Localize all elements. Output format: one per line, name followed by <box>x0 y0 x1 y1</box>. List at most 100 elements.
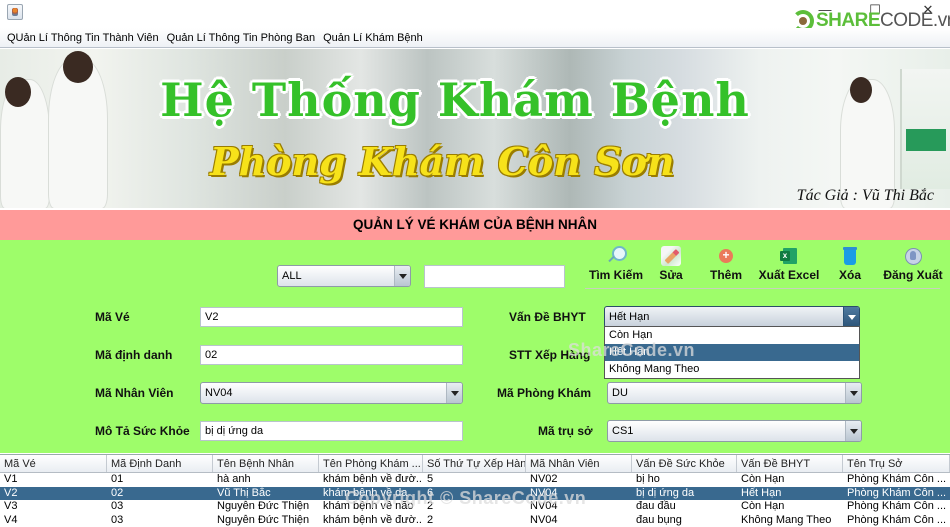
edit-button-label: Sửa <box>659 268 683 282</box>
chevron-down-icon[interactable] <box>843 307 859 327</box>
search-button-label: Tìm Kiếm <box>588 268 643 282</box>
table-cell: 01 <box>111 473 124 485</box>
table-cell: khám bệnh về da <box>323 486 408 499</box>
column-header[interactable]: Vấn Đề Sức Khỏe <box>632 455 737 472</box>
table-cell: Không Mang Theo <box>741 513 832 526</box>
chevron-down-icon[interactable] <box>845 421 861 441</box>
dropdown-option-highlighted[interactable]: Hết Hạn <box>605 344 859 361</box>
column-header[interactable]: Vấn Đề BHYT <box>737 455 843 472</box>
table-cell: 2 <box>427 500 434 512</box>
add-icon <box>716 246 736 266</box>
ma-ve-label: Mã Vé <box>95 310 130 324</box>
table-cell: khám bệnh về đườ... <box>323 513 423 526</box>
column-header[interactable]: Mã Nhân Viên <box>526 455 632 472</box>
menu-bar: QUản Lí Thông Tin Thành Viên Quản Lí Thô… <box>0 28 950 48</box>
chevron-down-icon[interactable] <box>446 383 462 403</box>
stt-xep-hang-label: STT Xếp Hàng <box>509 348 591 362</box>
table-cell: Phòng Khám Côn ... <box>847 473 947 485</box>
trash-icon <box>840 246 860 266</box>
mo-ta-suc-khoe-input[interactable]: bị dị ứng da <box>200 421 463 441</box>
table-cell: Hết Hạn <box>741 486 782 499</box>
table-cell: 03 <box>111 500 124 512</box>
search-input[interactable] <box>424 265 565 288</box>
banner-author: Tác Giả : Vũ Thi Bắc <box>796 187 934 204</box>
table-cell: NV02 <box>530 473 558 485</box>
table-cell: 03 <box>111 513 124 526</box>
ma-phong-kham-value: DU <box>612 387 628 399</box>
mo-ta-suc-khoe-label: Mô Tả Sức Khỏe <box>95 424 190 438</box>
table-row-selected[interactable]: V2 02 Vũ Thị Bắc khám bệnh về da 6 NV04 … <box>0 486 950 500</box>
excel-icon <box>779 246 799 266</box>
header-banner: Hệ Thống Khám Bệnh Phòng Khám Côn Sơn Tá… <box>0 49 950 208</box>
table-cell: Vũ Thị Bắc <box>217 486 271 499</box>
ma-nhan-vien-select[interactable]: NV04 <box>200 382 463 404</box>
logout-button-label: Đăng Xuất <box>883 268 943 282</box>
column-header[interactable]: Tên Trụ Sở <box>843 455 950 472</box>
table-cell: 6 <box>427 486 434 499</box>
ma-dinh-danh-label: Mã định danh <box>95 348 173 362</box>
search-button[interactable]: Tìm Kiếm <box>587 246 645 282</box>
search-filter-select[interactable]: ALL <box>277 265 411 287</box>
menu-department-info[interactable]: Quản Lí Thông Tin Phòng Ban <box>163 32 319 44</box>
chevron-down-icon[interactable] <box>394 266 410 286</box>
ma-tru-so-select[interactable]: CS1 <box>607 420 862 442</box>
ma-dinh-danh-input[interactable]: 02 <box>200 345 463 365</box>
table-cell: khám bệnh về não <box>323 500 414 512</box>
table-cell: Còn Hạn <box>741 500 785 512</box>
menu-member-info[interactable]: QUản Lí Thông Tin Thành Viên <box>3 32 163 44</box>
add-button[interactable]: Thêm <box>704 246 748 282</box>
ma-phong-kham-label: Mã Phòng Khám <box>497 386 592 400</box>
toolbar-divider <box>585 288 940 289</box>
column-header[interactable]: Số Thứ Tự Xếp Hàng <box>423 455 526 472</box>
table-cell: Nguyễn Đức Thiện <box>217 513 310 526</box>
van-de-bhyt-label: Vấn Đề BHYT <box>509 310 586 324</box>
edit-button[interactable]: Sửa <box>652 246 690 282</box>
table-cell: hà anh <box>217 473 251 485</box>
add-button-label: Thêm <box>709 268 742 282</box>
column-header[interactable]: Tên Bệnh Nhân <box>213 455 319 472</box>
van-de-bhyt-select[interactable]: Hết Hạn <box>604 306 860 328</box>
title-bar: — ☐ ✕ SHARECODE.vn <box>0 0 950 32</box>
table-row[interactable]: V1 01 hà anh khám bệnh về đườ... 5 NV02 … <box>0 473 950 487</box>
pencil-icon <box>661 246 681 266</box>
table-cell: V4 <box>4 513 18 526</box>
user-logout-icon <box>903 246 923 266</box>
delete-button[interactable]: Xóa <box>834 246 866 282</box>
ma-tru-so-label: Mã trụ sở <box>538 424 593 438</box>
java-app-icon <box>7 4 23 20</box>
table-cell: Còn Hạn <box>741 473 785 485</box>
dropdown-option[interactable]: Còn Hạn <box>605 327 859 344</box>
table-cell: 5 <box>427 473 434 485</box>
van-de-bhyt-dropdown-list: Còn Hạn Hết Hạn Không Mang Theo <box>604 326 860 379</box>
table-cell: Nguyễn Đức Thiện <box>217 500 310 512</box>
ma-tru-so-value: CS1 <box>612 425 634 437</box>
ma-phong-kham-select[interactable]: DU <box>607 382 862 404</box>
export-excel-button-label: Xuất Excel <box>758 268 820 282</box>
column-header[interactable]: Tên Phòng Khám ... <box>319 455 423 472</box>
export-excel-button[interactable]: Xuất Excel <box>755 246 823 282</box>
column-header[interactable]: Mã Vé <box>0 455 107 472</box>
table-cell: NV04 <box>530 513 558 526</box>
table-row[interactable]: V4 03 Nguyễn Đức Thiện khám bệnh về đườ.… <box>0 514 950 527</box>
delete-button-label: Xóa <box>838 268 861 282</box>
table-cell: bị ho <box>636 473 660 485</box>
table-cell: Phòng Khám Côn ... <box>847 513 947 526</box>
table-cell: V3 <box>4 500 18 512</box>
table-cell: đau đầu <box>636 500 676 512</box>
search-icon <box>606 246 627 266</box>
logout-button[interactable]: Đăng Xuất <box>878 246 948 282</box>
table-cell: 2 <box>427 513 434 526</box>
column-header[interactable]: Mã Định Danh <box>107 455 213 472</box>
table-cell: đau bụng <box>636 513 682 526</box>
table-cell: NV04 <box>530 500 558 512</box>
search-filter-value: ALL <box>282 270 302 282</box>
ma-ve-input[interactable]: V2 <box>200 307 463 327</box>
ma-nhan-vien-value: NV04 <box>205 387 233 399</box>
table-cell: khám bệnh về đườ... <box>323 473 423 485</box>
chevron-down-icon[interactable] <box>845 383 861 403</box>
menu-examination[interactable]: Quản Lí Khám Bệnh <box>319 32 427 44</box>
tickets-table: Mã Vé Mã Định Danh Tên Bệnh Nhân Tên Phò… <box>0 454 950 527</box>
dropdown-option[interactable]: Không Mang Theo <box>605 361 859 378</box>
table-row[interactable]: V3 03 Nguyễn Đức Thiện khám bệnh về não … <box>0 500 950 514</box>
table-cell: V2 <box>4 486 18 499</box>
